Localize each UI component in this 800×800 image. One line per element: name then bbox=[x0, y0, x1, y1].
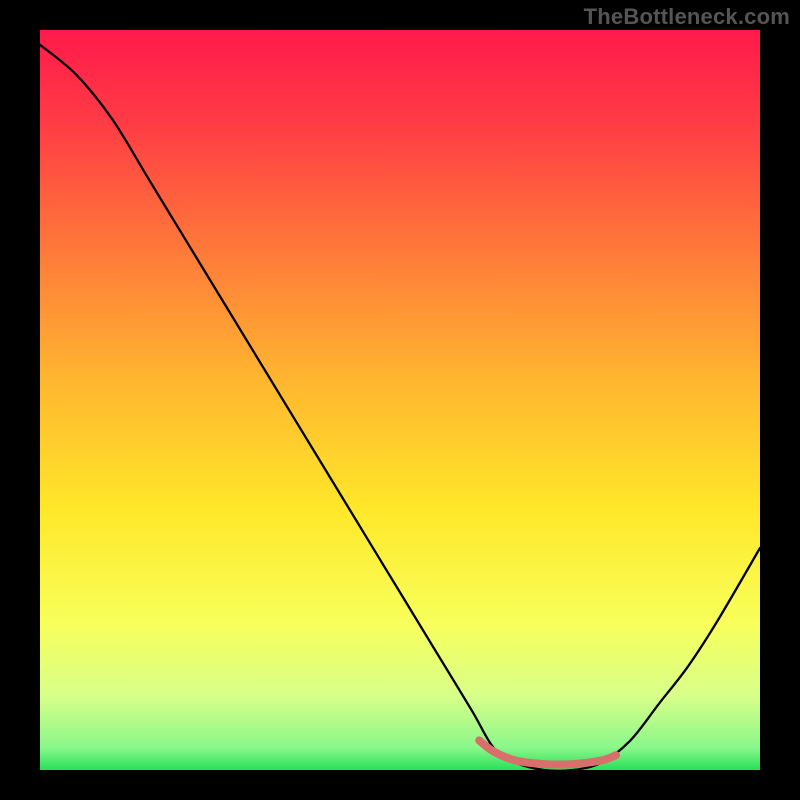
plot-area bbox=[40, 30, 760, 770]
chart-container: TheBottleneck.com bbox=[0, 0, 800, 800]
watermark-text: TheBottleneck.com bbox=[584, 4, 790, 30]
bottleneck-chart bbox=[0, 0, 800, 800]
